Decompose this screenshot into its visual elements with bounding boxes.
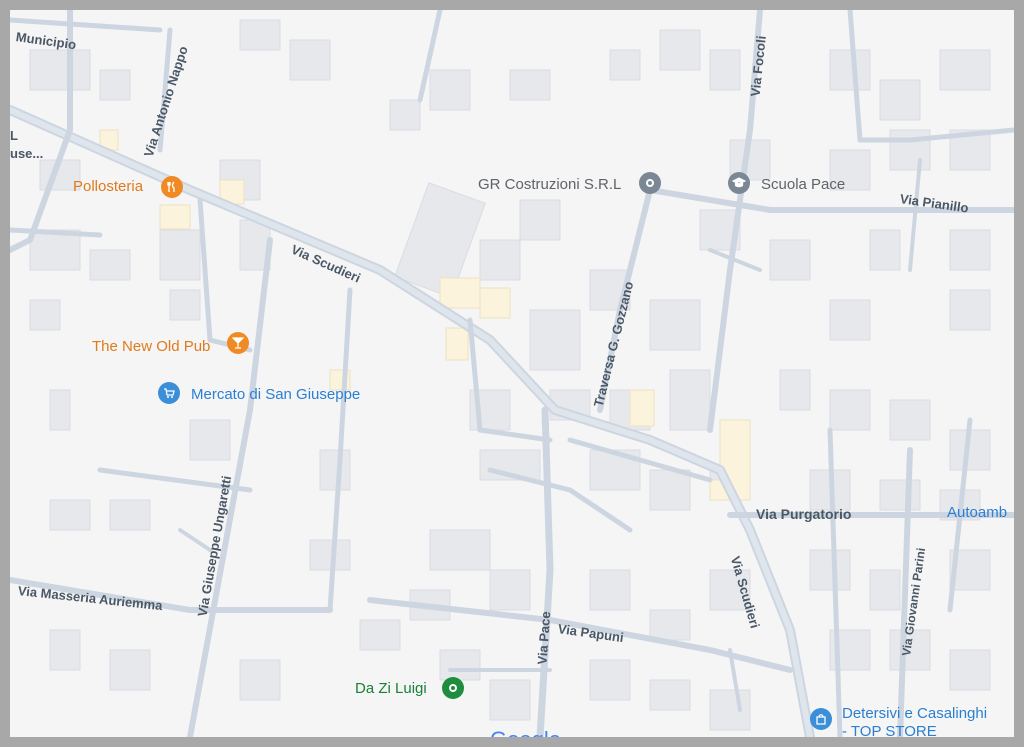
- pin-icon[interactable]: [639, 172, 661, 194]
- pin-icon[interactable]: [442, 677, 464, 699]
- poi-label-detersivi-line1[interactable]: Detersivi e Casalinghi: [842, 706, 987, 721]
- street-label-via-purgatorio: Via Purgatorio: [756, 506, 852, 522]
- poi-label-gr-costruzioni[interactable]: GR Costruzioni S.R.L: [478, 177, 621, 192]
- poi-label-pollosteria[interactable]: Pollosteria: [73, 179, 143, 194]
- street-label-via-pace: Via Pace: [534, 610, 554, 666]
- street-label-partial-l: L: [10, 128, 18, 143]
- bar-icon[interactable]: [227, 332, 249, 354]
- poi-label-scuola-pace[interactable]: Scuola Pace: [761, 177, 845, 192]
- school-icon[interactable]: [728, 172, 750, 194]
- poi-label-da-zi-luigi[interactable]: Da Zi Luigi: [355, 681, 427, 696]
- poi-label-detersivi-line2[interactable]: - TOP STORE: [842, 724, 937, 737]
- shopping-cart-icon[interactable]: [158, 382, 180, 404]
- street-label-partial-use: use...: [10, 146, 44, 161]
- map-viewport[interactable]: Google Municipio Via Antonio Nappo L use…: [10, 10, 1014, 737]
- poi-label-the-new-old-pub[interactable]: The New Old Pub: [92, 339, 210, 354]
- shopping-bag-icon[interactable]: [810, 708, 832, 730]
- poi-label-autoambulanze[interactable]: Autoamb: [947, 505, 1007, 520]
- buildings: [29, 19, 991, 731]
- poi-label-mercato-di-san-giuseppe[interactable]: Mercato di San Giuseppe: [191, 387, 360, 402]
- restaurant-icon[interactable]: [161, 176, 183, 198]
- google-logo: Google: [490, 727, 561, 737]
